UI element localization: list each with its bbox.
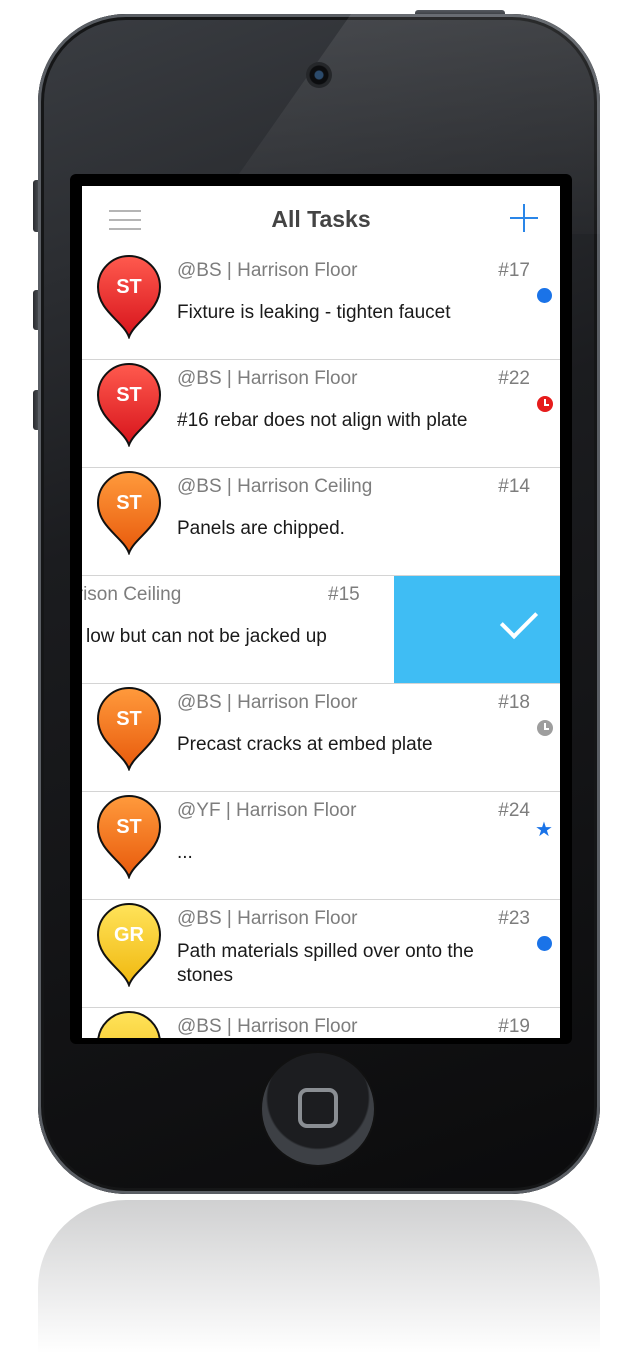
task-row[interactable]: ST @YF | Harrison Floor #24 ... ★ — [82, 792, 560, 900]
task-number: #17 — [498, 260, 530, 281]
overdue-clock-icon — [537, 396, 553, 412]
app-screen: All Tasks ST @BS | Harrison Floor #17 Fi… — [82, 186, 560, 1038]
task-list: ST @BS | Harrison Floor #17 Fixture is l… — [82, 252, 560, 1038]
task-title: Precast cracks at embed plate — [177, 734, 433, 755]
task-title: ... — [177, 842, 193, 863]
plus-icon[interactable] — [510, 204, 538, 232]
task-number: #22 — [498, 368, 530, 389]
task-row-swiped[interactable]: @BS | Harrison Ceiling #15 low but can n… — [82, 576, 560, 684]
task-meta: @BS | Harrison Floor — [177, 908, 358, 929]
task-title: Path materials spilled over onto the sto… — [177, 941, 474, 986]
assignee-initials: ST — [116, 384, 142, 406]
page-title: All Tasks — [271, 206, 371, 232]
front-camera — [306, 62, 332, 88]
assignee-initials: ST — [116, 492, 142, 514]
task-row[interactable]: ST @BS | Harrison Floor #17 Fixture is l… — [82, 252, 560, 360]
assignee-initials: GR — [114, 924, 144, 946]
task-meta: @BS | Harrison Ceiling — [82, 584, 182, 605]
task-meta: @BS | Harrison Ceiling — [177, 476, 373, 497]
task-number: #24 — [498, 800, 530, 821]
map-pin-icon — [97, 1011, 161, 1038]
star-icon: ★ — [535, 819, 553, 841]
task-row[interactable]: @BS | Harrison Floor #19 — [82, 1008, 560, 1038]
task-row[interactable]: ST @BS | Harrison Floor #18 Precast crac… — [82, 684, 560, 792]
task-number: #23 — [498, 908, 530, 929]
task-title: Panels are chipped. — [177, 518, 345, 539]
task-meta: @YF | Harrison Floor — [177, 800, 357, 821]
navigation-bar: All Tasks — [82, 186, 560, 253]
task-meta: @BS | Harrison Floor — [177, 1016, 358, 1037]
task-row[interactable]: ST @BS | Harrison Ceiling #14 Panels are… — [82, 468, 560, 576]
home-button-icon — [298, 1088, 338, 1128]
assignee-initials: ST — [116, 276, 142, 298]
task-number: #18 — [498, 692, 530, 713]
unread-dot-icon — [537, 936, 552, 951]
pending-clock-icon — [537, 720, 553, 736]
task-meta: @BS | Harrison Floor — [177, 260, 358, 281]
assignee-initials: ST — [116, 816, 142, 838]
task-number: #14 — [498, 476, 530, 497]
task-row[interactable]: GR @BS | Harrison Floor #23 Path materia… — [82, 900, 560, 1008]
task-meta: @BS | Harrison Floor — [177, 368, 358, 389]
task-title: low but can not be jacked up — [86, 626, 327, 647]
task-title: Fixture is leaking - tighten faucet — [177, 302, 451, 323]
complete-task-button[interactable] — [394, 576, 560, 683]
task-title: #16 rebar does not align with plate — [177, 410, 468, 431]
unread-dot-icon — [537, 288, 552, 303]
assignee-initials: ST — [116, 708, 142, 730]
phone-reflection — [38, 1200, 600, 1354]
check-icon — [499, 600, 539, 640]
task-row[interactable]: ST @BS | Harrison Floor #22 #16 rebar do… — [82, 360, 560, 468]
task-number: #19 — [498, 1016, 530, 1037]
task-number: #15 — [328, 584, 360, 605]
task-meta: @BS | Harrison Floor — [177, 692, 358, 713]
